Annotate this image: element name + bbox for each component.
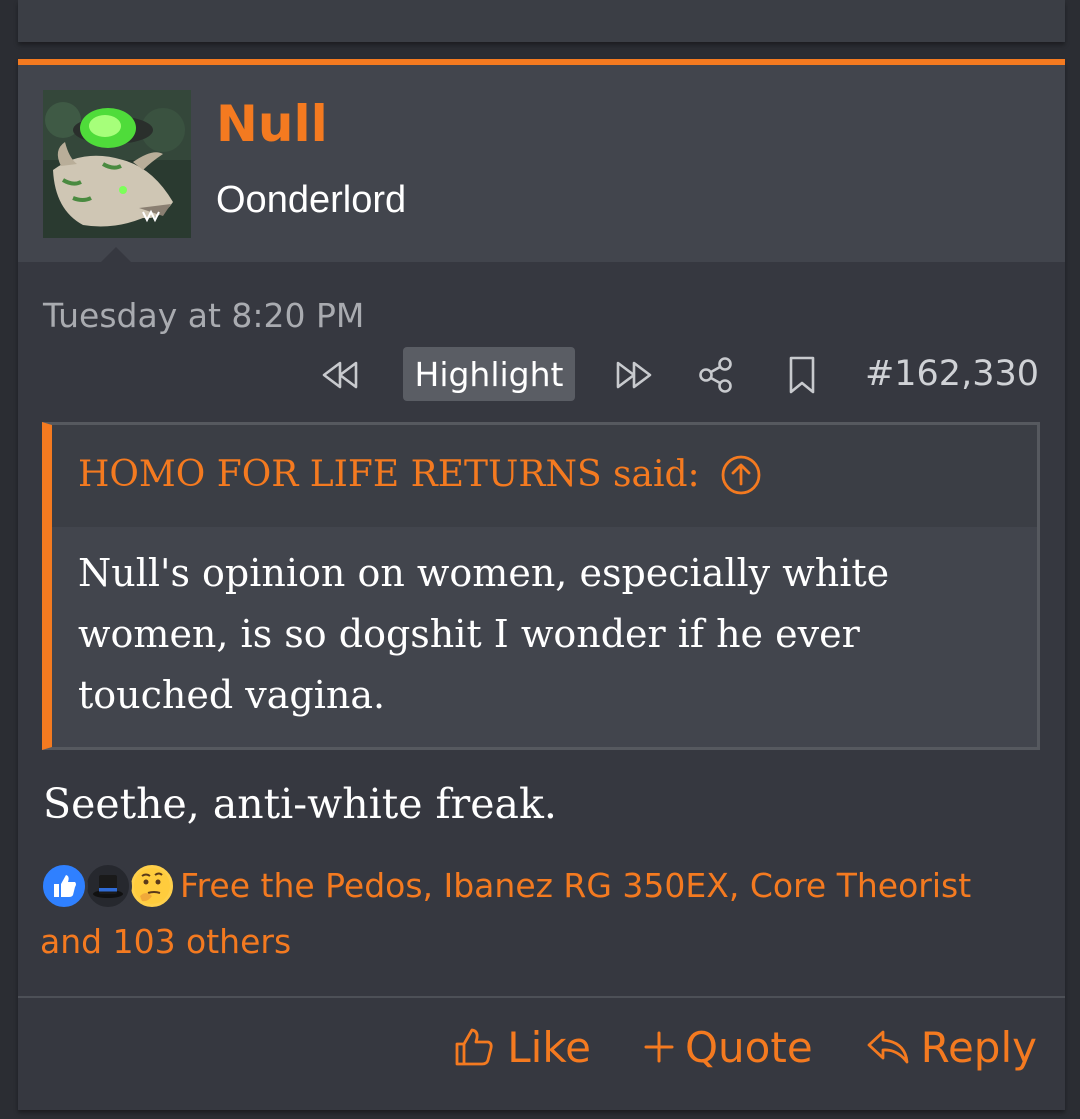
reaction-icons: [40, 858, 180, 914]
like-label: Like: [507, 1022, 591, 1072]
highlight-button[interactable]: Highlight: [403, 347, 575, 401]
thumbs-up-outline-icon: [455, 1028, 493, 1066]
arrow-up-circle-icon[interactable]: [720, 454, 762, 496]
quote-header: HOMO FOR LIFE RETURNS said:: [52, 425, 1037, 527]
post-card: Null Oonderlord Tuesday at 8:20 PM Highl…: [18, 59, 1065, 1110]
author-user-title: Oonderlord: [216, 179, 407, 221]
post-timestamp[interactable]: Tuesday at 8:20 PM: [43, 296, 364, 336]
user-header: Null Oonderlord: [18, 65, 1065, 263]
avatar[interactable]: [43, 90, 191, 238]
post-footer-actions: Like Quote Reply: [451, 1017, 1037, 1077]
quote-button[interactable]: Quote: [643, 1023, 813, 1072]
like-button[interactable]: Like: [451, 1023, 591, 1072]
quote-block: HOMO FOR LIFE RETURNS said: Null's opini…: [42, 422, 1040, 750]
post-body-text: Seethe, anti-white freak.: [43, 780, 557, 828]
quote-author-said: HOMO FOR LIFE RETURNS said:: [78, 454, 700, 495]
avatar-image: [43, 90, 191, 238]
rewind-icon[interactable]: [318, 353, 362, 397]
avatar-pointer: [100, 247, 132, 263]
bookmark-icon[interactable]: [780, 353, 824, 397]
reply-button[interactable]: Reply: [865, 1023, 1037, 1072]
author-username[interactable]: Null: [216, 99, 328, 149]
footer-divider: [18, 996, 1065, 998]
post-actions-row: Highlight #162,330: [18, 343, 1065, 403]
reply-arrow-icon: [867, 1030, 909, 1064]
plus-icon: [644, 1031, 674, 1063]
fast-forward-icon[interactable]: [612, 353, 656, 397]
reply-label: Reply: [920, 1022, 1037, 1072]
post-number-link[interactable]: #162,330: [865, 353, 1039, 395]
quote-label: Quote: [684, 1022, 813, 1072]
share-icon[interactable]: [694, 353, 738, 397]
quote-text: Null's opinion on women, especially whit…: [78, 551, 890, 717]
thinking-face-icon: [128, 862, 176, 910]
thumbs-up-icon: [40, 862, 88, 910]
top-hat-icon: [84, 862, 132, 910]
reactions-bar[interactable]: Free the Pedos, Ibanez RG 350EX, Core Th…: [40, 858, 1000, 970]
previous-post-card: [18, 0, 1065, 42]
quote-attribution[interactable]: HOMO FOR LIFE RETURNS said:: [78, 453, 762, 496]
